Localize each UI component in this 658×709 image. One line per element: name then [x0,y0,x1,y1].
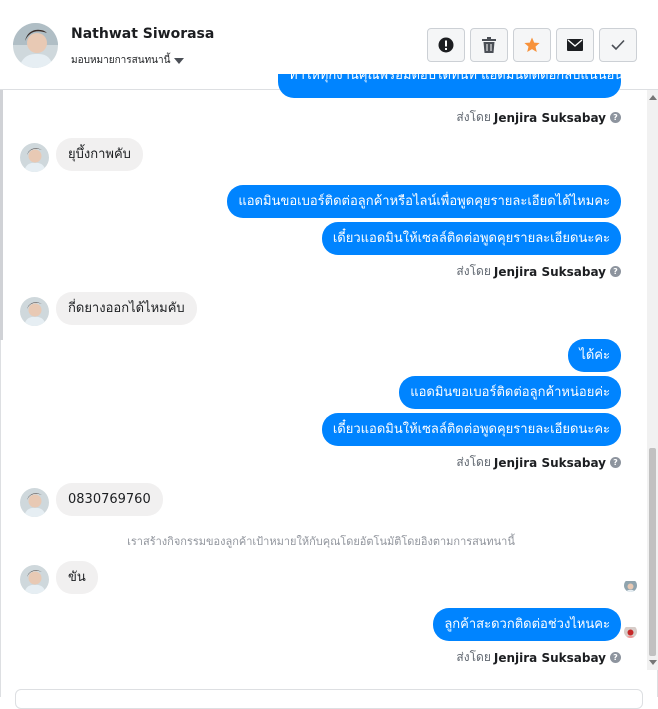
incoming-message[interactable]: ขัน [56,561,98,594]
contact-avatar-small [20,565,49,594]
contact-avatar[interactable] [13,23,58,68]
outgoing-message[interactable]: เดี๋ยวแอดมินให้เซลล์ติดต่อพูดคุยรายละเอี… [321,222,621,255]
sent-by-label: ส่งโดย Jenjira Suksabay ? [456,108,621,127]
help-icon[interactable]: ? [610,652,621,663]
star-button[interactable] [513,28,551,62]
trash-icon [482,37,496,53]
conversation-panel [0,0,658,697]
sent-by-prefix: ส่งโดย [456,650,491,664]
incoming-message[interactable]: กี่ดยางออกได้ไหมคับ [56,292,197,325]
outgoing-message[interactable]: แอดมินขอเบอร์ติดต่อลูกค้าหรือไลน์เพื่อพู… [227,185,621,218]
sender-name: Jenjira Suksabay [493,650,606,665]
sent-by-prefix: ส่งโดย [456,264,491,278]
caret-down-icon [174,57,185,64]
incoming-message[interactable]: ยุบึ้งกาพคับ [56,138,143,171]
conversation-toolbar [427,28,642,62]
help-icon[interactable]: ? [610,457,621,468]
sent-by-label: ส่งโดย Jenjira Suksabay ? [456,648,621,667]
scroll-thumb[interactable] [649,448,656,656]
system-note: เราสร้างกิจกรรมของลูกค้าเป้าหมายให้กับคุ… [127,535,515,548]
help-icon[interactable]: ? [610,266,621,277]
sent-by-prefix: ส่งโดย [456,110,491,124]
sender-name: Jenjira Suksabay [493,264,606,279]
envelope-icon [567,39,583,51]
seen-avatar [624,625,637,638]
outgoing-message[interactable]: ได้ค่ะ [568,339,621,372]
assign-conversation-dropdown[interactable]: มอบหมายการสนทนานี้ [71,53,185,68]
outgoing-message[interactable]: ทำให้ทุกงานคุณพร้อมตอบได้ทันที แอดมินติด… [278,74,621,98]
help-icon[interactable]: ? [610,112,621,123]
sent-by-label: ส่งโดย Jenjira Suksabay ? [456,262,621,281]
done-button[interactable] [599,28,637,62]
mail-button[interactable] [556,28,594,62]
assign-label: มอบหมายการสนทนานี้ [71,55,171,66]
delete-button[interactable] [470,28,508,62]
reply-composer[interactable] [15,689,643,709]
contact-avatar-small [20,297,49,326]
sent-by-prefix: ส่งโดย [456,455,491,469]
scroll-up-arrow-icon[interactable] [649,95,657,100]
seen-avatar [624,579,637,592]
alert-icon [438,37,454,53]
sender-name: Jenjira Suksabay [493,110,606,125]
message-text: ทำให้ทุกงานคุณพร้อมตอบได้ทันที แอดมินติด… [289,74,621,83]
contact-avatar-small [20,143,49,172]
check-icon [611,39,625,51]
message-scrollbar[interactable] [647,90,658,670]
panel-divider [0,90,3,340]
scroll-down-arrow-icon[interactable] [649,660,657,665]
sender-name: Jenjira Suksabay [493,455,606,470]
outgoing-message[interactable]: แอดมินขอเบอร์ติดต่อลูกค้าหน่อยค่ะ [399,376,621,409]
sent-by-label: ส่งโดย Jenjira Suksabay ? [456,453,621,472]
contact-avatar-small [20,488,49,517]
outgoing-message[interactable]: ลูกค้าสะดวกติดต่อช่วงไหนคะ [433,608,621,641]
star-icon [524,37,540,52]
outgoing-message[interactable]: เดี๋ยวแอดมินให้เซลล์ติดต่อพูดคุยรายละเอี… [321,413,621,446]
report-button[interactable] [427,28,465,62]
contact-name[interactable]: Nathwat Siworasa [71,26,214,42]
incoming-message[interactable]: 0830769760 [56,483,163,516]
